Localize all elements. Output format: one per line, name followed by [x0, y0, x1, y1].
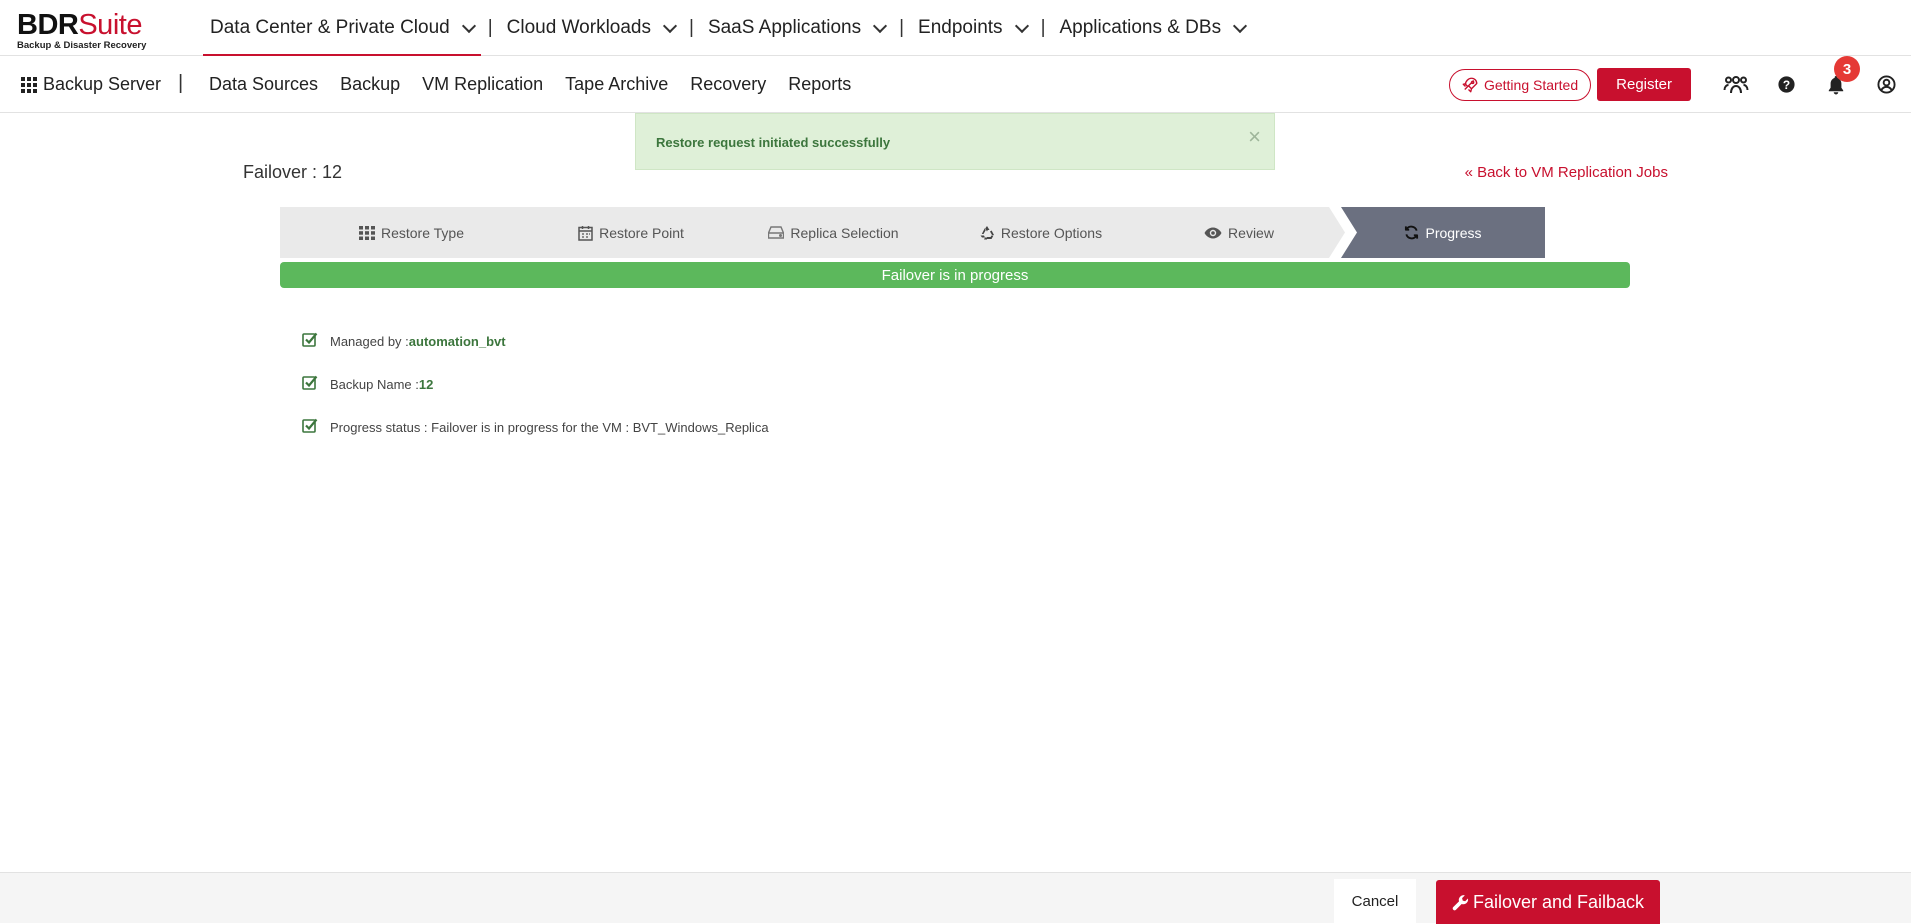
hdd-icon — [768, 226, 784, 239]
topnav-applications-dbs[interactable]: Applications & DBs — [1050, 0, 1256, 56]
svg-text:?: ? — [1782, 78, 1789, 92]
nav-separator: | — [487, 17, 493, 38]
step-progress[interactable]: Progress — [1341, 207, 1545, 258]
user-profile-button[interactable] — [1861, 56, 1911, 113]
recycle-icon — [979, 225, 995, 241]
topnav-data-center[interactable]: Data Center & Private Cloud — [200, 0, 484, 56]
nav-backup[interactable]: Backup — [329, 74, 411, 95]
chevron-down-icon — [662, 18, 678, 34]
nav-separator: | — [899, 17, 905, 38]
progress-label: Failover is in progress — [881, 266, 1029, 284]
chevron-down-icon — [461, 18, 476, 34]
check-square-icon — [302, 332, 318, 347]
topnav-saas-applications[interactable]: SaaS Applications — [698, 0, 895, 56]
top-navbar: BDRSuite Backup & Disaster Recovery Data… — [0, 0, 1911, 56]
getting-started-button[interactable]: Getting Started — [1448, 68, 1592, 101]
nav-vm-replication[interactable]: VM Replication — [411, 74, 554, 95]
chevron-down-icon — [873, 18, 888, 34]
check-square-icon — [302, 375, 318, 390]
progress-details: Managed by : automation_bvt Backup Name … — [302, 320, 769, 449]
register-button[interactable]: Register — [1597, 68, 1691, 101]
check-square-icon — [302, 418, 318, 433]
detail-backup-name: Backup Name : 12 — [302, 363, 769, 406]
success-alert: Restore request initiated successfully × — [635, 113, 1275, 170]
brand-tagline: Backup & Disaster Recovery — [17, 40, 147, 51]
refresh-icon — [1404, 225, 1419, 240]
brand-thin: Suite — [78, 9, 142, 41]
bdrsuite-logo[interactable]: BDRSuite Backup & Disaster Recovery — [17, 9, 152, 51]
restore-wizard-steps: Restore Type Restore Point Replica Selec… — [280, 207, 1545, 258]
app-separator: | — [178, 72, 184, 94]
module-nav: Data Sources Backup VM Replication Tape … — [198, 56, 862, 113]
nav-recovery[interactable]: Recovery — [679, 74, 777, 95]
step-restore-point[interactable]: Restore Point — [524, 207, 738, 258]
nav-separator: | — [689, 17, 694, 38]
chevron-down-icon — [1014, 18, 1029, 34]
nav-reports[interactable]: Reports — [777, 74, 862, 95]
cancel-button[interactable]: Cancel — [1334, 879, 1416, 924]
app-name: Backup Server — [43, 74, 162, 94]
chevron-down-icon — [1233, 18, 1248, 34]
module-navbar: Backup Server | Data Sources Backup VM R… — [0, 56, 1911, 113]
apps-grid-icon — [21, 76, 37, 93]
close-icon[interactable]: × — [1248, 126, 1261, 148]
product-nav: Data Center & Private Cloud | Cloud Work… — [200, 0, 1255, 56]
eye-icon — [1204, 227, 1222, 239]
detail-managed-by: Managed by : automation_bvt — [302, 320, 769, 363]
question-circle-icon: ? — [1777, 76, 1795, 93]
users-icon — [1723, 75, 1749, 93]
step-restore-type[interactable]: Restore Type — [280, 207, 543, 258]
help-button[interactable]: ? — [1761, 56, 1811, 113]
nav-data-sources[interactable]: Data Sources — [198, 74, 329, 95]
user-circle-icon — [1876, 75, 1896, 94]
toolbar: Getting Started Register ? 3 — [1448, 56, 1911, 113]
alert-message: Restore request initiated successfully — [656, 135, 891, 150]
nav-separator: | — [1040, 17, 1046, 38]
step-restore-options[interactable]: Restore Options — [929, 207, 1152, 258]
grid-icon — [359, 226, 375, 240]
nav-tape-archive[interactable]: Tape Archive — [554, 74, 679, 95]
app-switcher[interactable]: Backup Server — [21, 56, 161, 113]
step-review[interactable]: Review — [1133, 207, 1345, 258]
page-title: Failover : 12 — [243, 162, 343, 182]
back-to-vm-replication-jobs-link[interactable]: « Back to VM Replication Jobs — [1465, 164, 1668, 181]
notification-badge: 3 — [1834, 56, 1860, 82]
step-replica-selection[interactable]: Replica Selection — [719, 207, 948, 258]
topnav-cloud-workloads[interactable]: Cloud Workloads — [497, 0, 685, 56]
failover-progress-bar: Failover is in progress — [280, 262, 1630, 288]
calendar-icon — [578, 225, 593, 241]
rocket-icon — [1462, 77, 1478, 92]
brand-bold: BDR — [17, 9, 79, 41]
topnav-endpoints[interactable]: Endpoints — [908, 0, 1037, 56]
notifications-button[interactable]: 3 — [1811, 56, 1861, 113]
failover-and-failback-button[interactable]: Failover and Failback — [1436, 880, 1660, 924]
action-footer: Cancel Failover and Failback — [0, 872, 1911, 924]
support-team-button[interactable] — [1711, 56, 1761, 113]
wrench-icon — [1452, 894, 1469, 910]
detail-progress-status: Progress status : Failover is in progres… — [302, 406, 769, 449]
